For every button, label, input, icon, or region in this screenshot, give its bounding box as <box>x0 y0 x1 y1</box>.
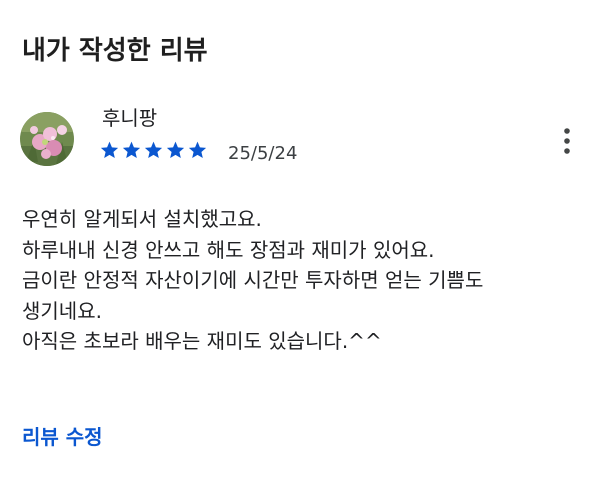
review-line: 우연히 알게되서 설치했고요. <box>22 207 262 231</box>
review-body: 우연히 알게되서 설치했고요. 하루내내 신경 안쓰고 해도 장점과 재미가 있… <box>22 204 592 357</box>
star-rating <box>100 139 207 161</box>
star-icon <box>166 141 185 159</box>
review-line: 하루내내 신경 안쓰고 해도 장점과 재미가 있어요. <box>22 237 435 262</box>
more-options-button[interactable] <box>555 124 579 158</box>
review-author: 후니팡 <box>102 106 158 130</box>
star-icon <box>100 141 119 159</box>
review-line: 금이란 안정적 자산이기에 시간만 투자하면 얻는 기쁨도 <box>22 268 484 292</box>
star-icon <box>144 141 163 159</box>
review-line: 생기네요. <box>22 298 102 323</box>
avatar <box>20 112 74 166</box>
more-vert-icon <box>564 128 570 154</box>
flower-photo-avatar <box>20 112 74 166</box>
review-date: 25/5/24 <box>228 143 298 164</box>
page-title: 내가 작성한 리뷰 <box>22 36 208 66</box>
edit-review-button[interactable]: 리뷰 수정 <box>22 422 103 452</box>
review-line: 아직은 초보라 배우는 재미도 있습니다.^^ <box>22 329 382 353</box>
star-icon <box>122 141 141 159</box>
star-icon <box>188 141 207 159</box>
